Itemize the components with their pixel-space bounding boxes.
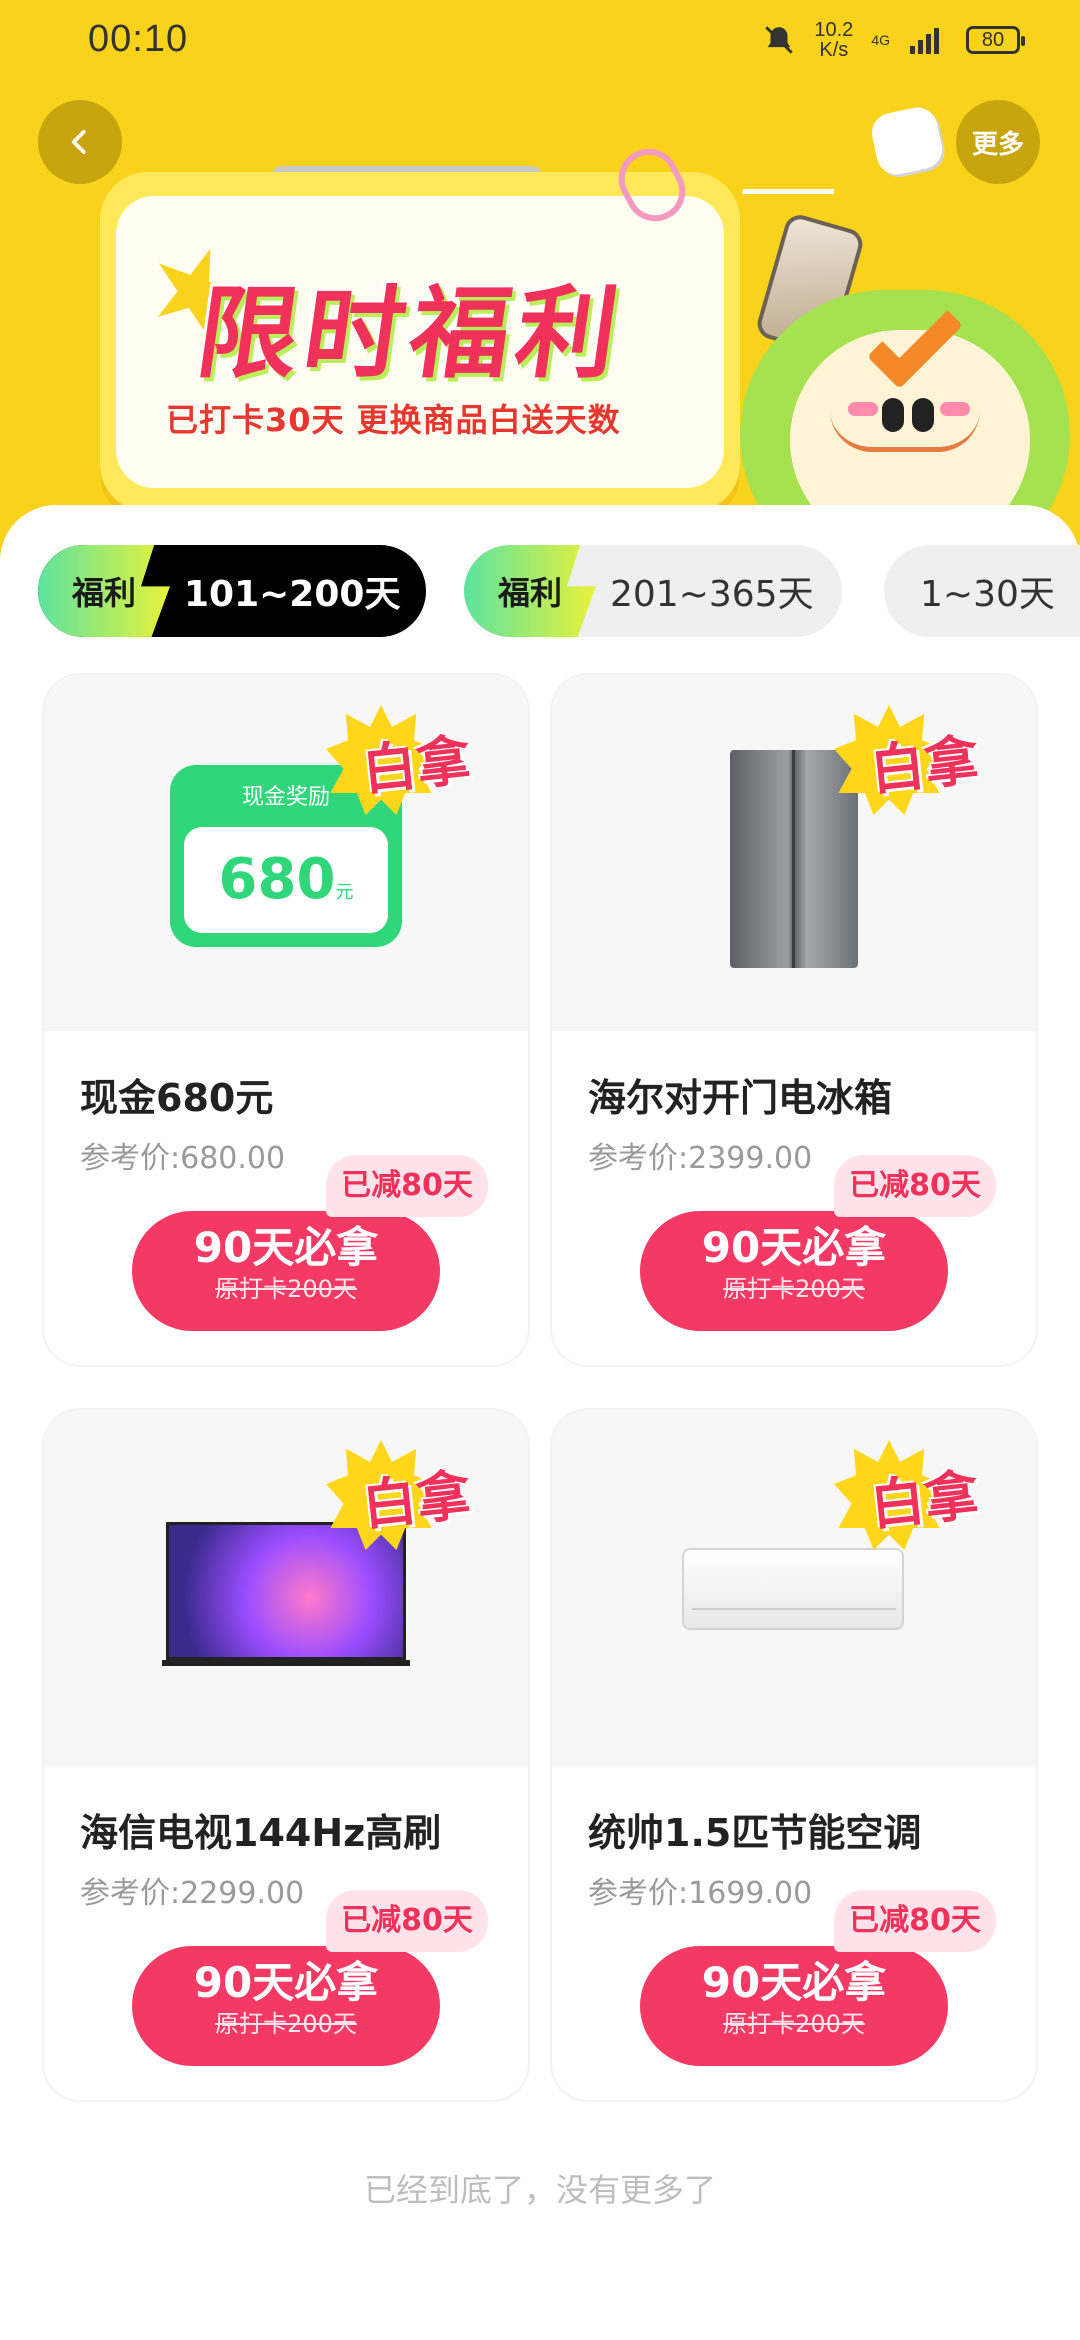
net-speed-value: 10.2 xyxy=(814,19,854,41)
claim-label: 90天必拿 xyxy=(701,1223,887,1272)
discount-tag: 已减80天 xyxy=(834,1155,996,1217)
chevron-left-icon xyxy=(71,130,86,154)
status-time: 00:10 xyxy=(88,18,189,60)
tab-201-365[interactable]: 福利 201~365天 xyxy=(464,545,842,637)
product-card[interactable]: 白拿 海信电视144Hz高刷 参考价:2299.00 已减80天 90天必拿 原… xyxy=(44,1410,528,2100)
bell-muted-icon xyxy=(765,26,794,54)
tab-bar: 福利 101~200天 福利 201~365天 1~30天 xyxy=(38,545,1080,639)
header-banner: 00:10 10.2 K/s 4G 80 更多 限时福利 已打卡30天 更换商品… xyxy=(0,0,1080,560)
product-name: 统帅1.5匹节能空调 xyxy=(588,1811,922,1855)
claim-label: 90天必拿 xyxy=(701,1958,887,2007)
tab-tag: 福利 xyxy=(464,545,596,637)
banner-subtitle: 已打卡30天 更换商品白送天数 xyxy=(166,401,621,439)
original-days: 原打卡200天 xyxy=(723,1275,865,1303)
product-image: 白拿 xyxy=(44,1410,528,1766)
product-name: 现金680元 xyxy=(80,1076,274,1120)
cash-inner: 680元 xyxy=(184,827,388,933)
badge-label: 白拿 xyxy=(867,728,982,802)
product-image: 白拿 xyxy=(552,675,1036,1031)
end-of-list-text: 已经到底了，没有更多了 xyxy=(363,2171,716,2209)
tab-1-30[interactable]: 1~30天 xyxy=(884,545,1080,637)
back-button[interactable] xyxy=(38,100,122,184)
more-button[interactable]: 更多 xyxy=(956,100,1040,184)
product-card[interactable]: 现金奖励 680元 白拿 现金680元 参考价:680.00 已减80天 90天… xyxy=(44,675,528,1365)
reference-price: 参考价:1699.00 xyxy=(588,1876,813,1911)
tab-label: 1~30天 xyxy=(920,574,1055,615)
cash-unit: 元 xyxy=(335,882,354,903)
signal-icon xyxy=(910,28,939,54)
claim-button[interactable]: 90天必拿 原打卡200天 xyxy=(640,1946,948,2066)
badge-label: 白拿 xyxy=(359,1463,474,1537)
net-speed-unit: K/s xyxy=(819,39,849,61)
reference-price: 参考价:680.00 xyxy=(80,1141,286,1176)
earbuds-icon xyxy=(868,103,946,179)
product-name: 海尔对开门电冰箱 xyxy=(588,1076,893,1120)
cash-amount: 680 xyxy=(218,847,336,912)
ac-vent-line xyxy=(692,1608,896,1610)
claim-label: 90天必拿 xyxy=(193,1958,379,2007)
product-image: 现金奖励 680元 白拿 xyxy=(44,675,528,1031)
badge-label: 白拿 xyxy=(867,1463,982,1537)
net-speed: 10.2 K/s xyxy=(814,20,853,60)
tab-101-200[interactable]: 福利 101~200天 xyxy=(38,545,426,637)
product-card[interactable]: 白拿 统帅1.5匹节能空调 参考价:1699.00 已减80天 90天必拿 原打… xyxy=(552,1410,1036,2100)
claim-label: 90天必拿 xyxy=(193,1223,379,1272)
status-icons: 10.2 K/s 4G 80 xyxy=(762,20,1025,60)
free-badge: 白拿 xyxy=(326,705,476,815)
discount-tag: 已减80天 xyxy=(834,1890,996,1952)
badge-label: 白拿 xyxy=(359,728,474,802)
tab-label: 201~365天 xyxy=(610,574,814,615)
status-bar: 00:10 10.2 K/s 4G 80 xyxy=(0,0,1080,90)
fridge-door-split xyxy=(792,750,795,968)
product-card[interactable]: 白拿 海尔对开门电冰箱 参考价:2399.00 已减80天 90天必拿 原打卡2… xyxy=(552,675,1036,1365)
free-badge: 白拿 xyxy=(326,1440,476,1550)
free-badge: 白拿 xyxy=(834,1440,984,1550)
original-days: 原打卡200天 xyxy=(723,2010,865,2038)
reference-price: 参考价:2299.00 xyxy=(80,1876,305,1911)
crown-doodle-icon xyxy=(742,150,834,194)
tv-stand xyxy=(162,1660,410,1666)
tab-tag: 福利 xyxy=(38,545,170,637)
air-conditioner-image xyxy=(682,1548,904,1630)
original-days: 原打卡200天 xyxy=(215,2010,357,2038)
battery-icon: 80 xyxy=(966,26,1025,54)
product-image: 白拿 xyxy=(552,1410,1036,1766)
banner-title: 限时福利 xyxy=(190,275,631,392)
tab-label: 101~200天 xyxy=(184,574,401,615)
free-badge: 白拿 xyxy=(834,705,984,815)
discount-tag: 已减80天 xyxy=(326,1155,488,1217)
mascot-mouth xyxy=(830,410,980,452)
product-name: 海信电视144Hz高刷 xyxy=(80,1811,442,1855)
claim-button[interactable]: 90天必拿 原打卡200天 xyxy=(132,1946,440,2066)
network-type: 4G xyxy=(871,32,890,48)
original-days: 原打卡200天 xyxy=(215,1275,357,1303)
reference-price: 参考价:2399.00 xyxy=(588,1141,813,1176)
discount-tag: 已减80天 xyxy=(326,1890,488,1952)
content-sheet: 福利 101~200天 福利 201~365天 1~30天 现金奖励 680元 … xyxy=(0,505,1080,2340)
claim-button[interactable]: 90天必拿 原打卡200天 xyxy=(640,1211,948,1331)
claim-button[interactable]: 90天必拿 原打卡200天 xyxy=(132,1211,440,1331)
